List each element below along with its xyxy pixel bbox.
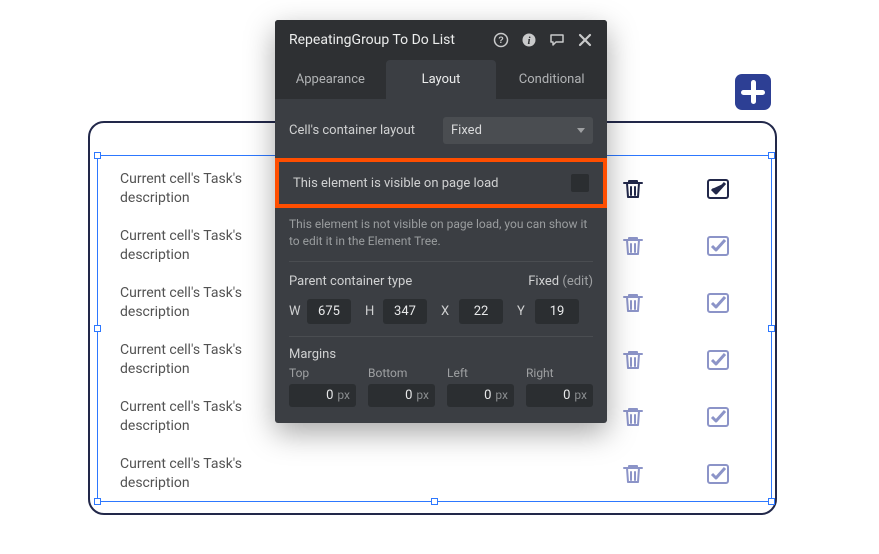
visible-label: This element is visible on page load <box>293 176 499 191</box>
resize-handle-w[interactable] <box>94 325 101 332</box>
margin-top: Top 0px <box>289 366 356 407</box>
input-margin-bottom[interactable]: 0px <box>368 384 435 407</box>
svg-text:?: ? <box>498 35 504 45</box>
add-button[interactable] <box>735 74 771 110</box>
resize-handle-se[interactable] <box>768 498 775 505</box>
container-layout-label: Cell's container layout <box>289 123 415 138</box>
margin-right: Right 0px <box>526 366 593 407</box>
container-layout-value: Fixed <box>451 123 482 138</box>
input-margin-right[interactable]: 0px <box>526 384 593 407</box>
trash-icon[interactable] <box>621 405 645 429</box>
check-icon[interactable] <box>705 461 731 487</box>
margin-bottom: Bottom 0px <box>368 366 435 407</box>
trash-icon[interactable] <box>621 348 645 372</box>
tab-conditional[interactable]: Conditional <box>496 60 607 99</box>
container-layout-select[interactable]: Fixed <box>443 117 593 144</box>
row-dims: W675 H347 X22 Y19 <box>289 293 593 337</box>
check-icon[interactable] <box>705 290 731 316</box>
chevron-down-icon <box>577 128 585 133</box>
dim-y: Y19 <box>517 299 579 324</box>
task-description[interactable]: Current cell's Task's description <box>120 284 270 322</box>
check-icon[interactable] <box>705 176 731 202</box>
visible-checkbox[interactable] <box>571 174 589 192</box>
comment-icon[interactable] <box>549 32 565 48</box>
input-w[interactable]: 675 <box>307 299 351 324</box>
dim-h: H347 <box>365 299 427 324</box>
property-panel[interactable]: RepeatingGroup To Do List ? i Appearance… <box>275 20 607 423</box>
resize-handle-ne[interactable] <box>768 152 775 159</box>
margins-section-label: Margins <box>289 337 593 366</box>
visible-help-text: This element is not visible on page load… <box>289 214 593 262</box>
resize-handle-nw[interactable] <box>94 152 101 159</box>
parent-container-value: Fixed <box>528 274 559 289</box>
input-margin-top[interactable]: 0px <box>289 384 356 407</box>
row-margins: Top 0px Bottom 0px Left 0px Right 0px <box>289 366 593 407</box>
row-parent-container: Parent container type Fixed (edit) <box>289 262 593 293</box>
trash-icon[interactable] <box>621 291 645 315</box>
tab-layout[interactable]: Layout <box>386 60 497 99</box>
task-description[interactable]: Current cell's Task's description <box>120 398 270 436</box>
trash-icon[interactable] <box>621 234 645 258</box>
list-row[interactable]: Current cell's Task's description <box>120 445 760 502</box>
input-margin-left[interactable]: 0px <box>447 384 514 407</box>
check-icon[interactable] <box>705 347 731 373</box>
panel-actions: ? i <box>493 32 593 48</box>
trash-icon[interactable] <box>621 462 645 486</box>
input-y[interactable]: 19 <box>535 299 579 324</box>
task-description[interactable]: Current cell's Task's description <box>120 227 270 265</box>
tab-appearance[interactable]: Appearance <box>275 60 386 99</box>
check-icon[interactable] <box>705 233 731 259</box>
row-visible-highlight: This element is visible on page load <box>275 158 607 208</box>
panel-header[interactable]: RepeatingGroup To Do List ? i <box>275 20 607 60</box>
trash-icon[interactable] <box>621 177 645 201</box>
resize-handle-sw[interactable] <box>94 498 101 505</box>
dim-x: X22 <box>441 299 503 324</box>
task-description[interactable]: Current cell's Task's description <box>120 455 270 493</box>
info-icon[interactable]: i <box>521 32 537 48</box>
parent-container-value-wrap: Fixed (edit) <box>528 274 593 289</box>
help-icon[interactable]: ? <box>493 32 509 48</box>
task-description[interactable]: Current cell's Task's description <box>120 341 270 379</box>
panel-body: Cell's container layout Fixed This eleme… <box>275 99 607 423</box>
dim-w: W675 <box>289 299 351 324</box>
parent-container-label: Parent container type <box>289 274 412 289</box>
resize-handle-e[interactable] <box>768 325 775 332</box>
close-icon[interactable] <box>577 32 593 48</box>
input-h[interactable]: 347 <box>383 299 427 324</box>
panel-title: RepeatingGroup To Do List <box>289 32 455 48</box>
input-x[interactable]: 22 <box>459 299 503 324</box>
parent-container-edit-link[interactable]: (edit) <box>562 274 593 289</box>
margin-left: Left 0px <box>447 366 514 407</box>
row-container-layout: Cell's container layout Fixed <box>289 113 593 148</box>
check-icon[interactable] <box>705 404 731 430</box>
panel-tabs: Appearance Layout Conditional <box>275 60 607 99</box>
task-description[interactable]: Current cell's Task's description <box>120 170 270 208</box>
